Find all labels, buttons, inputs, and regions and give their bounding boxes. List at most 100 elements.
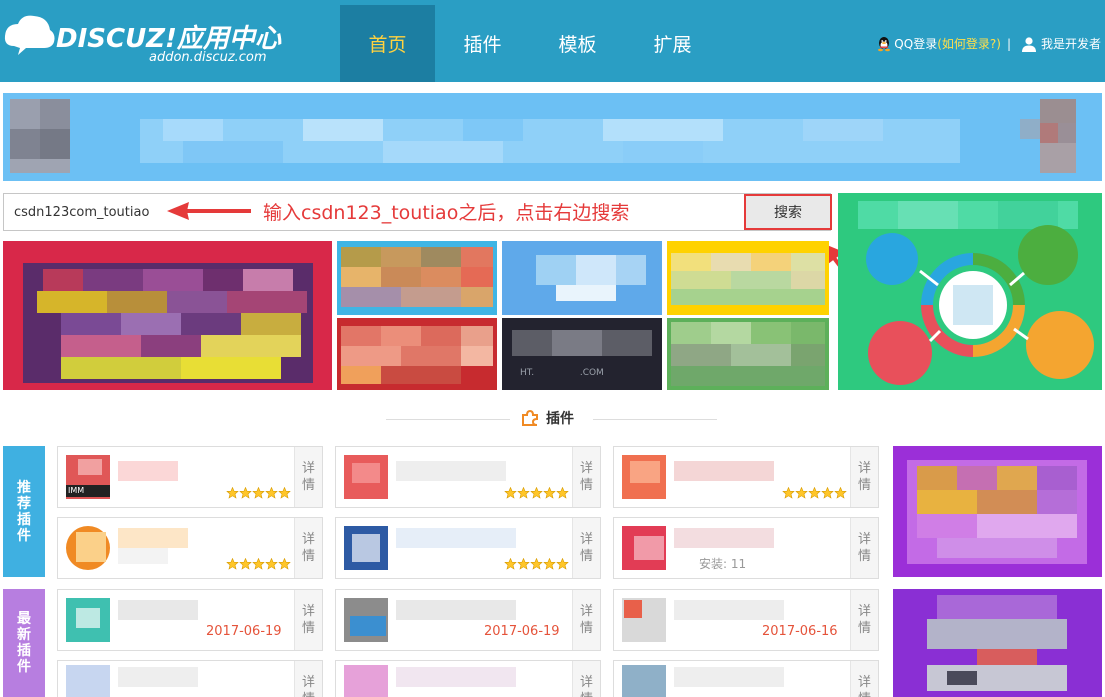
recommended-label-text: 推荐插件: [17, 479, 31, 544]
annotation-text: 输入csdn123_toutiao之后，点击右边搜索: [263, 202, 630, 224]
detail-label: 详情: [579, 461, 593, 493]
developer-label: 我是开发者: [1040, 37, 1101, 51]
section-title-label: 插件: [546, 411, 574, 427]
detail-button[interactable]: 详情: [294, 518, 322, 578]
featured-tile-2[interactable]: [502, 241, 662, 315]
plugin-card[interactable]: 详情: [335, 517, 601, 579]
plugin-card[interactable]: 详情: [613, 660, 879, 697]
star-icon: [821, 484, 834, 499]
detail-button[interactable]: 详情: [294, 661, 322, 697]
detail-button[interactable]: 详情: [294, 447, 322, 507]
header-separator: |: [1006, 36, 1011, 51]
star-icon: [556, 555, 569, 570]
detail-label: 详情: [857, 461, 871, 493]
site-logo[interactable]: DISCUZ!应用中心 addon.discuz.com: [4, 8, 284, 70]
main-nav: 首页 插件 模板 扩展: [340, 5, 720, 82]
rating-stars: [226, 555, 291, 570]
star-icon: [517, 484, 530, 499]
plugin-card[interactable]: 详情: [57, 660, 323, 697]
qq-login-link[interactable]: QQ登录 (如何登录?): [876, 35, 1001, 52]
plugin-card[interactable]: 详情: [335, 446, 601, 508]
nav-home[interactable]: 首页: [340, 5, 435, 82]
plugin-card[interactable]: IMM 详情: [57, 446, 323, 508]
star-icon: [226, 484, 239, 499]
header-account-links: QQ登录 (如何登录?) | 我是开发者: [876, 35, 1101, 52]
search-button[interactable]: 搜索: [744, 194, 832, 230]
detail-label: 详情: [301, 461, 315, 493]
detail-label: 详情: [579, 675, 593, 697]
detail-button[interactable]: 详情: [294, 590, 322, 650]
qq-login-label: QQ登录: [894, 37, 938, 51]
plugin-card[interactable]: 详情: [57, 517, 323, 579]
promo-banner-1[interactable]: [893, 446, 1102, 577]
featured-tile-5[interactable]: HT. .COM: [502, 318, 662, 390]
developer-link[interactable]: 我是开发者: [1021, 35, 1101, 52]
star-icon: [252, 555, 265, 570]
nav-plugins[interactable]: 插件: [435, 5, 530, 82]
plugin-card[interactable]: 安装: 11 详情: [613, 517, 879, 579]
detail-button[interactable]: 详情: [850, 590, 878, 650]
plugin-extra: IMM: [68, 486, 85, 495]
latest-label-text: 最新插件: [17, 611, 31, 675]
plugin-card[interactable]: 2017-06-19 详情: [335, 589, 601, 651]
qq-help-link[interactable]: (如何登录?): [937, 35, 1001, 52]
nav-extensions[interactable]: 扩展: [625, 5, 720, 82]
star-icon: [543, 484, 556, 499]
featured-tile-3[interactable]: [667, 241, 829, 315]
plugin-card[interactable]: 2017-06-16 详情: [613, 589, 879, 651]
star-icon: [278, 555, 291, 570]
featured-tile-right[interactable]: [838, 193, 1102, 390]
qq-penguin-icon: [878, 36, 891, 51]
star-icon: [808, 484, 821, 499]
detail-button[interactable]: 详情: [572, 447, 600, 507]
plugin-card[interactable]: 详情: [335, 660, 601, 697]
puzzle-icon: [522, 409, 538, 426]
star-icon: [782, 484, 795, 499]
promo-banner-2[interactable]: [893, 589, 1102, 697]
nav-templates[interactable]: 模板: [530, 5, 625, 82]
rating-stars: [504, 555, 569, 570]
detail-button[interactable]: 详情: [572, 518, 600, 578]
app-root: DISCUZ!应用中心 addon.discuz.com 首页 插件 模板 扩展: [0, 0, 1105, 697]
install-count: 安装: 11: [699, 557, 747, 571]
annotation-arrow-left: [167, 202, 251, 220]
top-header: DISCUZ!应用中心 addon.discuz.com 首页 插件 模板 扩展: [0, 0, 1105, 82]
detail-button[interactable]: 详情: [572, 661, 600, 697]
featured-tile-large[interactable]: [3, 241, 332, 390]
detail-label: 详情: [857, 604, 871, 636]
section-divider-right: [593, 419, 717, 420]
rating-stars: [782, 484, 847, 499]
plugin-date: 2017-06-19: [484, 624, 560, 639]
detail-button[interactable]: 详情: [850, 661, 878, 697]
detail-button[interactable]: 详情: [850, 518, 878, 578]
rating-stars: [226, 484, 291, 499]
detail-button[interactable]: 详情: [850, 447, 878, 507]
featured-tile-4[interactable]: [337, 318, 497, 390]
logo-subtitle: addon.discuz.com: [149, 50, 267, 65]
detail-button[interactable]: 详情: [572, 590, 600, 650]
top-banner[interactable]: [3, 93, 1102, 181]
section-divider-left: [386, 419, 510, 420]
star-icon: [517, 555, 530, 570]
featured-tile-1[interactable]: [337, 241, 497, 315]
star-icon: [265, 484, 278, 499]
rating-stars: [504, 484, 569, 499]
section-title-plugins: 插件: [520, 408, 574, 428]
plugin-card[interactable]: 2017-06-19 详情: [57, 589, 323, 651]
star-icon: [556, 484, 569, 499]
star-icon: [530, 555, 543, 570]
recommended-plugins-label[interactable]: 推荐插件: [3, 446, 45, 577]
star-icon: [239, 555, 252, 570]
featured-tile-6[interactable]: [667, 318, 829, 390]
detail-label: 详情: [301, 675, 315, 697]
latest-plugins-label[interactable]: 最新插件: [3, 589, 45, 697]
detail-label: 详情: [857, 532, 871, 564]
plugin-card[interactable]: 详情: [613, 446, 879, 508]
detail-label: 详情: [301, 532, 315, 564]
star-icon: [795, 484, 808, 499]
star-icon: [504, 484, 517, 499]
star-icon: [834, 484, 847, 499]
star-icon: [543, 555, 556, 570]
detail-label: 详情: [857, 675, 871, 697]
detail-label: 详情: [579, 604, 593, 636]
